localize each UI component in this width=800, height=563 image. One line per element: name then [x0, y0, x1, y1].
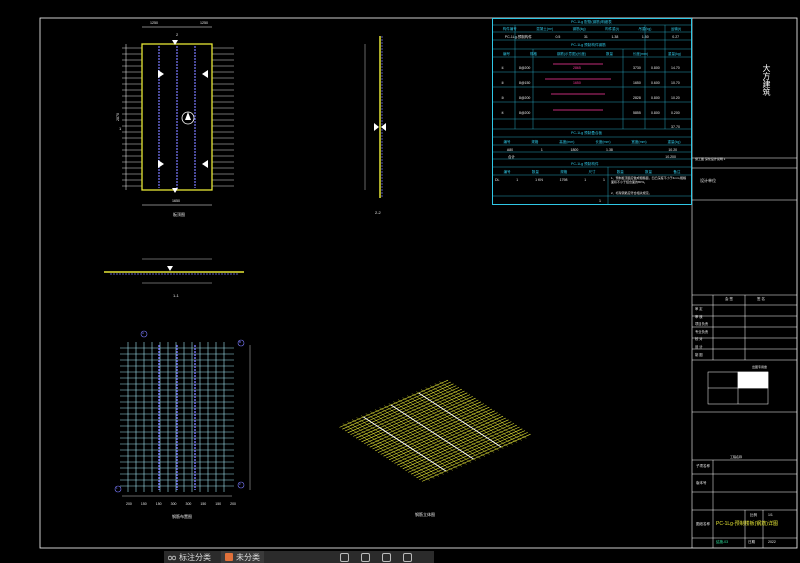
table-grid — [493, 24, 691, 204]
plan-view-label: 板顶图 — [173, 212, 185, 217]
section-1-1-label: 1-1 — [173, 293, 179, 298]
title-block-row-label: 审 核 — [695, 314, 703, 319]
iso-view-label: 钢筋立体图 — [415, 512, 435, 517]
plan-dim-top-right: 1250 — [200, 21, 208, 25]
drawing-code: 结施-03 — [716, 540, 729, 544]
edit-icon[interactable] — [340, 552, 349, 562]
section-mark-2: 2 — [176, 32, 179, 37]
col-a: 会 签 — [725, 297, 733, 301]
subproj-name: 子项名称 — [696, 464, 710, 468]
iso-truss — [363, 416, 447, 472]
section-mark-1: 1 — [119, 126, 122, 131]
bottom-dim: 300 — [170, 502, 177, 506]
date-label: 日期 — [748, 540, 755, 544]
bottom-dim: 150 — [215, 502, 222, 506]
title-block-row-label: 审 定 — [695, 307, 703, 311]
layers-icon[interactable] — [403, 552, 412, 562]
title-block-row-label: 制 图 — [695, 352, 703, 357]
plan-view[interactable] — [122, 26, 234, 206]
bottom-dim: 200 — [230, 502, 236, 506]
title-block-row-label: 项目负责 — [695, 322, 709, 327]
tab-annotation-label: 标注分类 — [179, 552, 211, 562]
axis-2-label: 2 — [239, 482, 241, 486]
col-b: 签 名 — [757, 297, 765, 301]
plan-dim-bottom: 1650 — [172, 199, 180, 203]
copy-icon[interactable] — [382, 552, 391, 562]
plan-dim-height: 2870 — [116, 113, 120, 121]
section-2-2-view[interactable] — [364, 36, 386, 198]
bottom-dim: 300 — [185, 502, 192, 506]
left-note: 施工图 深化设计说明 1 — [695, 157, 726, 161]
stamp-label: 出图专用章 — [752, 365, 768, 369]
tab-uncategorized[interactable]: 未分类 — [221, 551, 264, 563]
axis-1-label: 1 — [116, 486, 118, 490]
plan-dim-top-left: 1250 — [150, 21, 158, 25]
rebar-plan-view[interactable] — [114, 330, 251, 497]
iso-truss — [418, 392, 502, 448]
design-unit: 设计单位 — [700, 178, 716, 183]
tab-annotation-category[interactable]: 标注分类 — [164, 551, 215, 563]
company-name: 大方建筑 — [762, 64, 771, 96]
bottom-tool-icons — [340, 551, 412, 563]
date-value: 2022 — [768, 540, 776, 544]
section-1-1-view[interactable] — [104, 258, 244, 284]
title-block — [692, 157, 797, 548]
bottom-dim: 200 — [126, 502, 132, 506]
share-icon[interactable] — [361, 552, 370, 562]
plan-direction-arrow — [185, 112, 191, 120]
title-block-row-label: 校 对 — [695, 337, 703, 342]
rebar-schedule-table[interactable]: PC-1Lg 配筋(钢筋)明细表 构件编号 混凝土(m³) 钢筋(kg) 构件重(t)… — [492, 18, 692, 205]
page-value: 1/1 — [768, 513, 773, 517]
bottom-dim: 150 — [200, 502, 207, 506]
folder-icon — [225, 553, 233, 561]
check-label: 版本号 — [696, 481, 707, 485]
title-block-row-label: 设 计 — [695, 345, 703, 349]
drawing-name: PC-1Lg-预制楼板(钢筋)详图 — [716, 521, 778, 527]
iso-rebar — [339, 379, 531, 482]
plan-lift-points — [158, 40, 208, 193]
rebar-bottom-dims: 200 150 150 300 300 150 150 200 — [126, 502, 236, 506]
bottom-dim: 150 — [140, 502, 147, 506]
sheet-label: 图纸名称 — [696, 522, 710, 526]
title-block-row-label: 专业负责 — [695, 329, 709, 334]
scale-label: 比例 — [750, 513, 757, 517]
rebar-plan-label: 钢筋布置图 — [172, 514, 192, 519]
axis-a-label: A — [142, 331, 145, 335]
bottom-dim: 150 — [155, 502, 162, 506]
axis-b-label: B — [239, 340, 242, 344]
plan-rebar-extensions — [122, 47, 234, 187]
tab-uncategorized-label: 未分类 — [236, 552, 260, 562]
iso-view[interactable] — [339, 379, 531, 482]
iso-truss — [390, 404, 474, 460]
binoculars-icon — [168, 555, 176, 561]
section-2-2-label: 2-2 — [375, 210, 381, 215]
proj-name: 工程名称 — [730, 455, 743, 459]
